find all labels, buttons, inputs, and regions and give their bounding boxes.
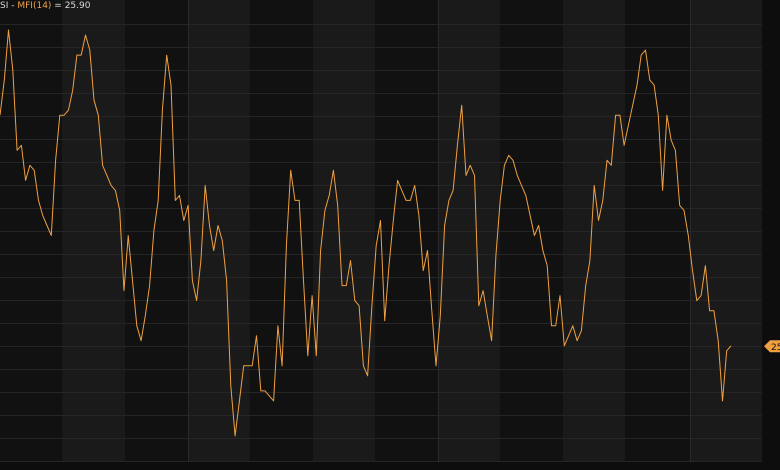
right-axis-area [762, 0, 780, 470]
legend-value: 25.90 [64, 1, 91, 11]
bottom-axis-area [0, 462, 780, 470]
chart-canvas: 25 [0, 0, 780, 470]
price-tag-text: 25 [771, 343, 780, 353]
mfi-chart: 25 SI - MFI(14) = 25.90 [0, 0, 780, 470]
legend-separator: - [8, 1, 18, 11]
legend: SI - MFI(14) = 25.90 [0, 1, 90, 12]
legend-series-label: MFI(14) [17, 1, 52, 11]
legend-equals: = [51, 1, 65, 11]
